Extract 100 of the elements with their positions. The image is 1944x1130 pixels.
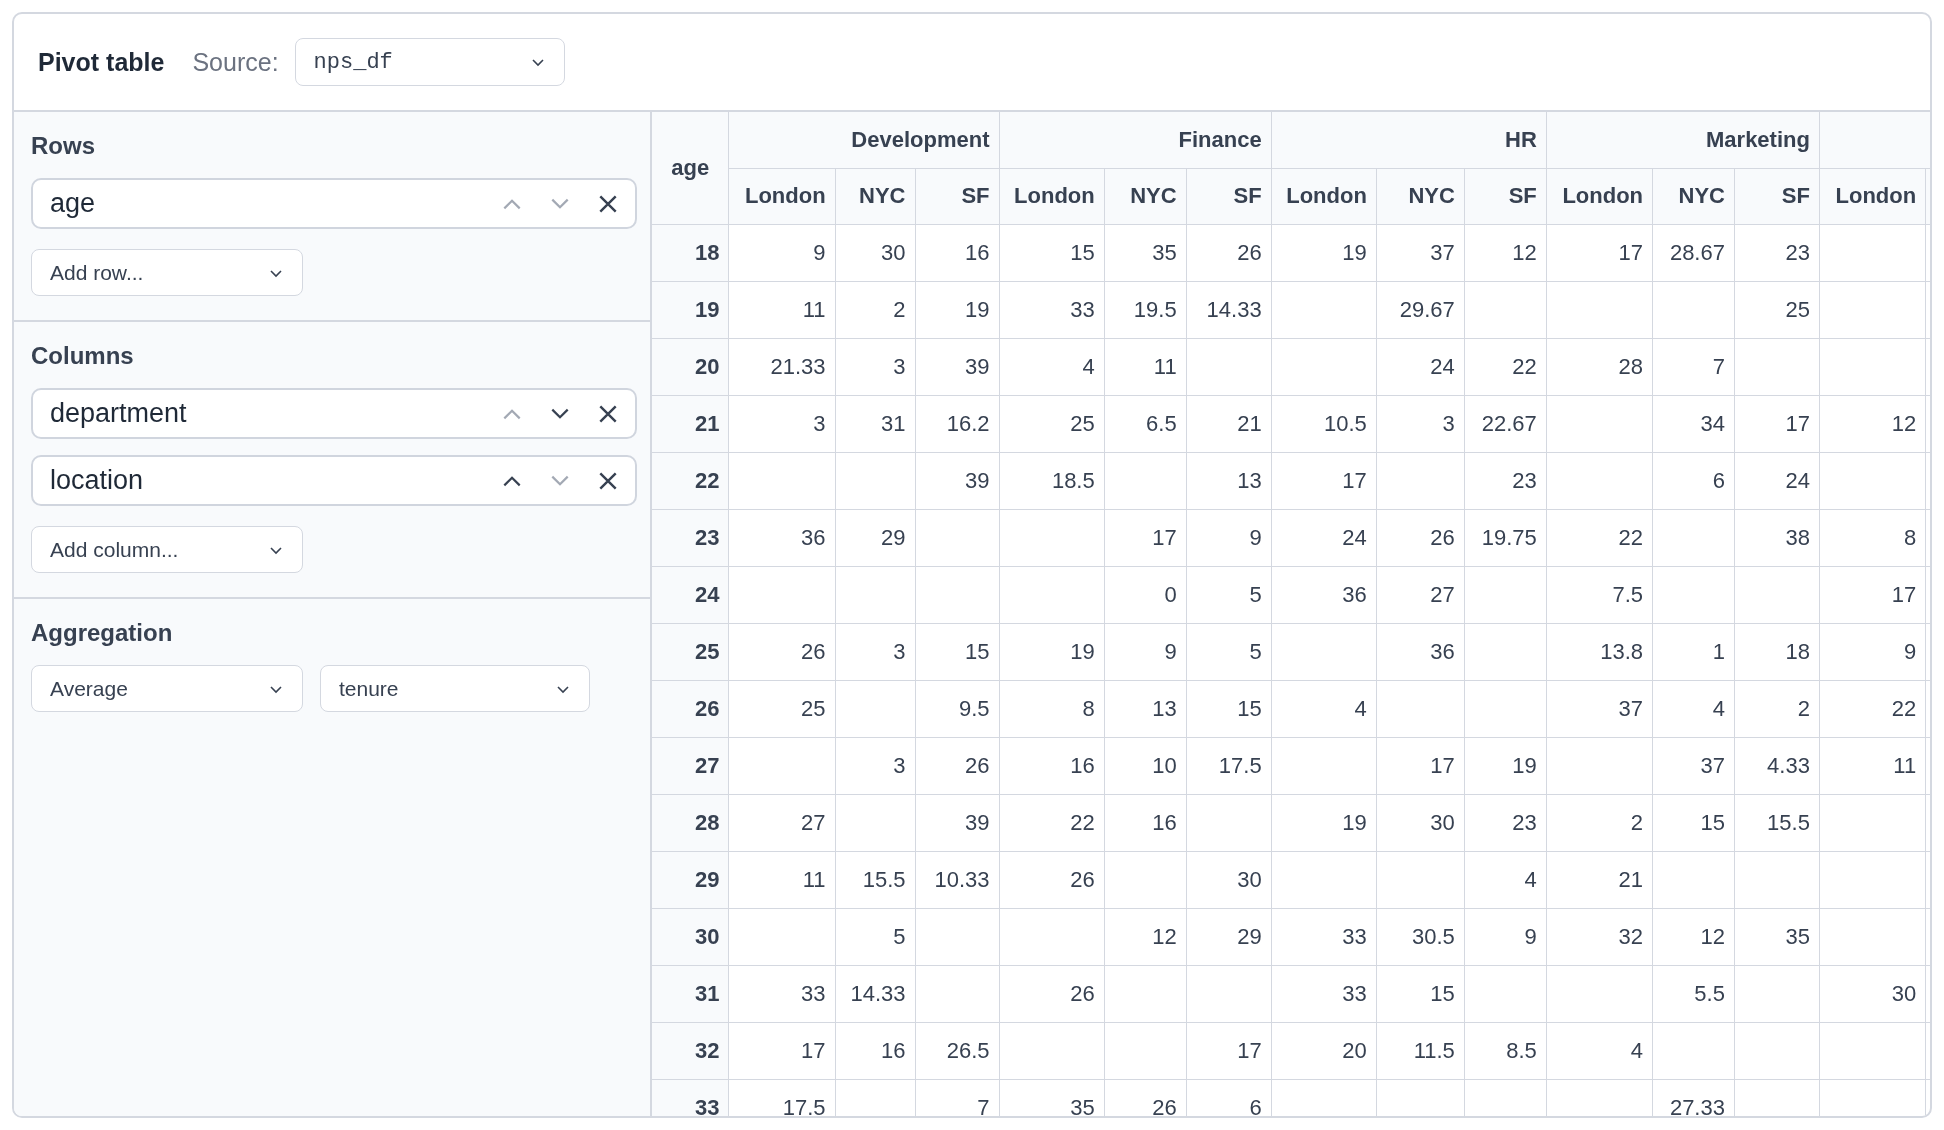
table-cell: 31 [835,395,915,452]
source-label: Source: [192,47,279,77]
column-header: SF [915,168,999,224]
table-cell: 11 [728,281,836,338]
table-cell: 11.5 [1376,1022,1465,1079]
table-cell: 16 [999,737,1105,794]
table-cell: 24 [1376,338,1465,395]
table-cell: 36 [1271,566,1377,623]
table-cell: 26 [999,965,1105,1022]
table-cell: 15 [999,224,1105,281]
table-cell: 21 [1546,851,1653,908]
table-cell: 17.5 [1186,737,1272,794]
column-header: London [1819,168,1926,224]
table-cell: 23 [1464,794,1547,851]
table-cell: 25 [1734,281,1820,338]
table-cell: 13.8 [1546,623,1653,680]
table-cell: 4 [1546,1022,1653,1079]
table-cell: 18.5 [999,452,1105,509]
table-cell: 5 [1186,623,1272,680]
table-cell: 37 [1376,224,1465,281]
table-cell: 39 [915,338,999,395]
row-header: 32 [652,1022,729,1079]
table-cell: 3 [1376,395,1465,452]
field-chip[interactable]: age [31,178,637,229]
table-cell: 24 [1271,509,1377,566]
value-field-dropdown[interactable]: tenure [320,665,590,712]
column-header: London [1271,168,1377,224]
table-cell: 26 [728,623,836,680]
table-cell: 33 [728,965,836,1022]
table-cell: 3 [835,737,915,794]
table-cell: 25 [999,395,1105,452]
section-heading: Rows [31,132,95,160]
field-chip[interactable]: location [31,455,637,506]
column-header: London [728,168,836,224]
table-cell: 16 [1104,794,1187,851]
table-cell: 2 [835,281,915,338]
add-dropdown[interactable]: Add row... [31,249,303,296]
table-cell: 18 [1734,623,1820,680]
table-cell: 30 [1186,851,1272,908]
table-cell: 14.33 [835,965,915,1022]
table-cell: 22.67 [1464,395,1547,452]
group-header: Marketing [1546,112,1820,168]
table-cell: 3 [835,623,915,680]
table-cell: 19 [915,281,999,338]
table-cell: 33 [1271,908,1377,965]
row-header: 21 [652,395,729,452]
group-header: Finance [999,112,1272,168]
table-cell: 11 [1819,737,1926,794]
table-cell: 30 [1376,794,1465,851]
table-cell: 37 [1652,737,1735,794]
table-cell: 39 [915,794,999,851]
source-select[interactable]: nps_df [294,38,565,86]
table-cell: 15.5 [1734,794,1820,851]
table-cell: 26.5 [915,1022,999,1079]
table-cell: 17 [1186,1022,1272,1079]
table-cell: 33 [999,281,1105,338]
table-cell: 22 [1464,338,1547,395]
panel-title: Pivot table [38,47,165,77]
add-dropdown[interactable]: Add column... [31,526,303,573]
table-cell: 22 [1819,680,1926,737]
table-cell: 9 [1819,623,1926,680]
table-cell: 6.5 [1104,395,1187,452]
table-cell: 19.75 [1464,509,1547,566]
table-cell: 19 [999,623,1105,680]
table-cell: 13 [1186,452,1272,509]
table-cell: 39 [915,452,999,509]
table-cell: 35 [1104,224,1187,281]
table-cell: 15.5 [835,851,915,908]
table-cell: 14.33 [1186,281,1272,338]
table-cell: 5.5 [1652,965,1735,1022]
row-header: 25 [652,623,729,680]
table-cell: 17 [1104,509,1187,566]
table-cell: 1 [1652,623,1735,680]
table-cell: 15 [1186,680,1272,737]
table-cell: 9 [1186,509,1272,566]
section-heading: Columns [31,342,134,370]
table-cell: 16.2 [915,395,999,452]
table-cell: 28.67 [1652,224,1735,281]
table-cell: 9 [1464,908,1547,965]
row-header: 30 [652,908,729,965]
table-cell: 19.5 [1104,281,1187,338]
column-header: NYC [1104,168,1187,224]
row-header: 20 [652,338,729,395]
table-cell: 3 [835,338,915,395]
table-cell: 19 [1271,224,1377,281]
row-header: 33 [652,1079,729,1116]
column-header: NYC [835,168,915,224]
field-chip[interactable]: department [31,388,637,439]
table-cell: 7 [1652,338,1735,395]
table-cell: 16 [835,1022,915,1079]
row-header: 19 [652,281,729,338]
table-cell: 17 [1734,395,1820,452]
table-cell: 3 [728,395,836,452]
table-cell: 23 [1464,452,1547,509]
aggregation-dropdown[interactable]: Average [31,665,303,712]
row-header: 28 [652,794,729,851]
table-cell: 22 [999,794,1105,851]
table-cell: 17 [1271,452,1377,509]
table-cell: 12 [1464,224,1547,281]
group-header: Development [728,112,999,168]
